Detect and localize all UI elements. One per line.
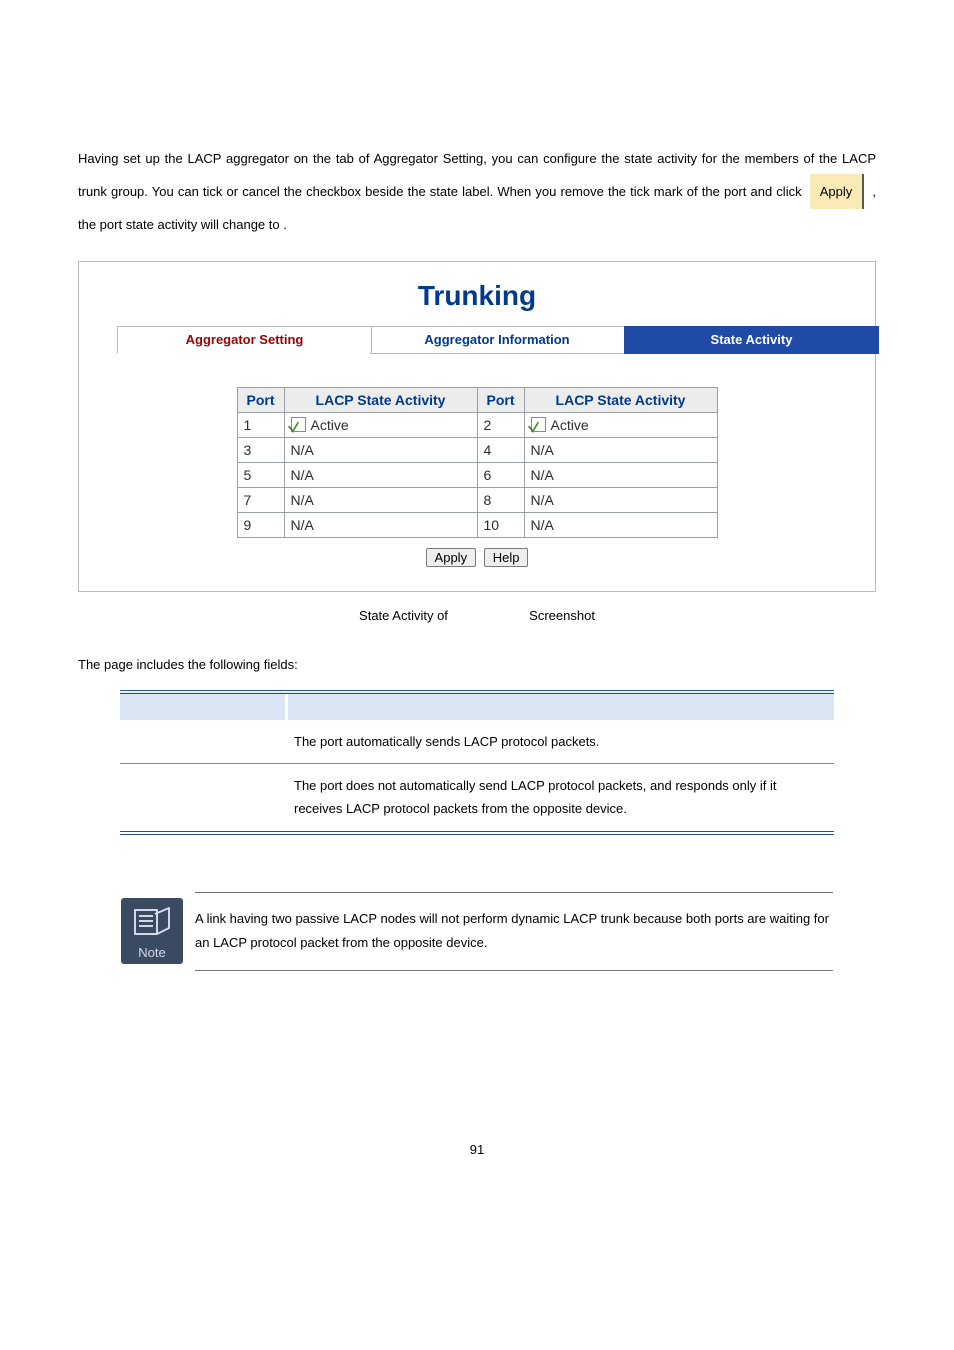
th-port-a: Port xyxy=(237,387,284,412)
port-cell: 5 xyxy=(237,462,284,487)
activity-cell: Active xyxy=(524,412,717,437)
port-cell: 1 xyxy=(237,412,284,437)
figure-caption: State Activity of Screenshot xyxy=(78,608,876,623)
th-activity-b: LACP State Activity xyxy=(524,387,717,412)
activity-cell: N/A xyxy=(524,462,717,487)
page-number: 91 xyxy=(78,1142,876,1157)
tab-state-activity[interactable]: State Activity xyxy=(624,326,879,354)
activity-cell: N/A xyxy=(524,437,717,462)
fields-table: The port automatically sends LACP protoc… xyxy=(120,690,834,835)
fields-intro: The page includes the following fields: xyxy=(78,657,876,672)
port-cell: 6 xyxy=(477,462,524,487)
activity-cell: N/A xyxy=(284,437,477,462)
note-icon: Note xyxy=(121,898,183,964)
ft-desc-active: The port automatically sends LACP protoc… xyxy=(286,720,834,764)
inline-apply-button: Apply xyxy=(810,174,865,209)
tab-aggregator-setting[interactable]: Aggregator Setting xyxy=(117,326,372,353)
caption-b: Screenshot xyxy=(529,608,595,623)
intro-paragraph: Having set up the LACP aggregator on the… xyxy=(78,143,876,241)
ft-head-desc xyxy=(286,692,834,720)
apply-button[interactable]: Apply xyxy=(426,548,477,567)
table-row: 7N/A8N/A xyxy=(237,487,717,512)
ft-obj-passive xyxy=(120,763,286,832)
port-cell: 8 xyxy=(477,487,524,512)
tab-aggregator-information[interactable]: Aggregator Information xyxy=(370,326,624,354)
activity-cell: N/A xyxy=(524,512,717,537)
intro-post-b: . xyxy=(283,217,287,232)
table-row: 1 Active 2 Active xyxy=(237,412,717,437)
port-cell: 10 xyxy=(477,512,524,537)
port-cell: 3 xyxy=(237,437,284,462)
active-label: Active xyxy=(311,417,349,433)
port-cell: 2 xyxy=(477,412,524,437)
active-checkbox[interactable] xyxy=(531,417,546,432)
activity-cell: Active xyxy=(284,412,477,437)
trunking-panel: Trunking Aggregator Setting Aggregator I… xyxy=(78,261,876,592)
port-cell: 9 xyxy=(237,512,284,537)
activity-cell: N/A xyxy=(284,462,477,487)
ft-row-active: The port automatically sends LACP protoc… xyxy=(120,720,834,764)
port-cell: 7 xyxy=(237,487,284,512)
caption-a: State Activity of xyxy=(359,608,448,623)
note-text: A link having two passive LACP nodes wil… xyxy=(195,892,833,971)
th-activity-a: LACP State Activity xyxy=(284,387,477,412)
activity-cell: N/A xyxy=(524,487,717,512)
panel-title: Trunking xyxy=(97,280,857,312)
ft-desc-passive: The port does not automatically send LAC… xyxy=(286,763,834,832)
ft-obj-active xyxy=(120,720,286,764)
state-activity-table: Port LACP State Activity Port LACP State… xyxy=(237,387,718,538)
ft-head-object xyxy=(120,692,286,720)
note-label: Note xyxy=(121,945,183,960)
intro-pre: Having set up the LACP aggregator on the… xyxy=(78,151,876,199)
table-row: 3N/A4N/A xyxy=(237,437,717,462)
table-row: 5N/A6N/A xyxy=(237,462,717,487)
tab-bar: Aggregator Setting Aggregator Informatio… xyxy=(117,326,877,353)
activity-cell: N/A xyxy=(284,512,477,537)
th-port-b: Port xyxy=(477,387,524,412)
activity-cell: N/A xyxy=(284,487,477,512)
active-label: Active xyxy=(551,417,589,433)
panel-button-row: Apply Help xyxy=(97,548,857,567)
table-row: 9N/A10N/A xyxy=(237,512,717,537)
ft-row-passive: The port does not automatically send LAC… xyxy=(120,763,834,832)
port-cell: 4 xyxy=(477,437,524,462)
help-button[interactable]: Help xyxy=(484,548,529,567)
note-block: Note A link having two passive LACP node… xyxy=(120,891,834,972)
active-checkbox[interactable] xyxy=(291,417,306,432)
